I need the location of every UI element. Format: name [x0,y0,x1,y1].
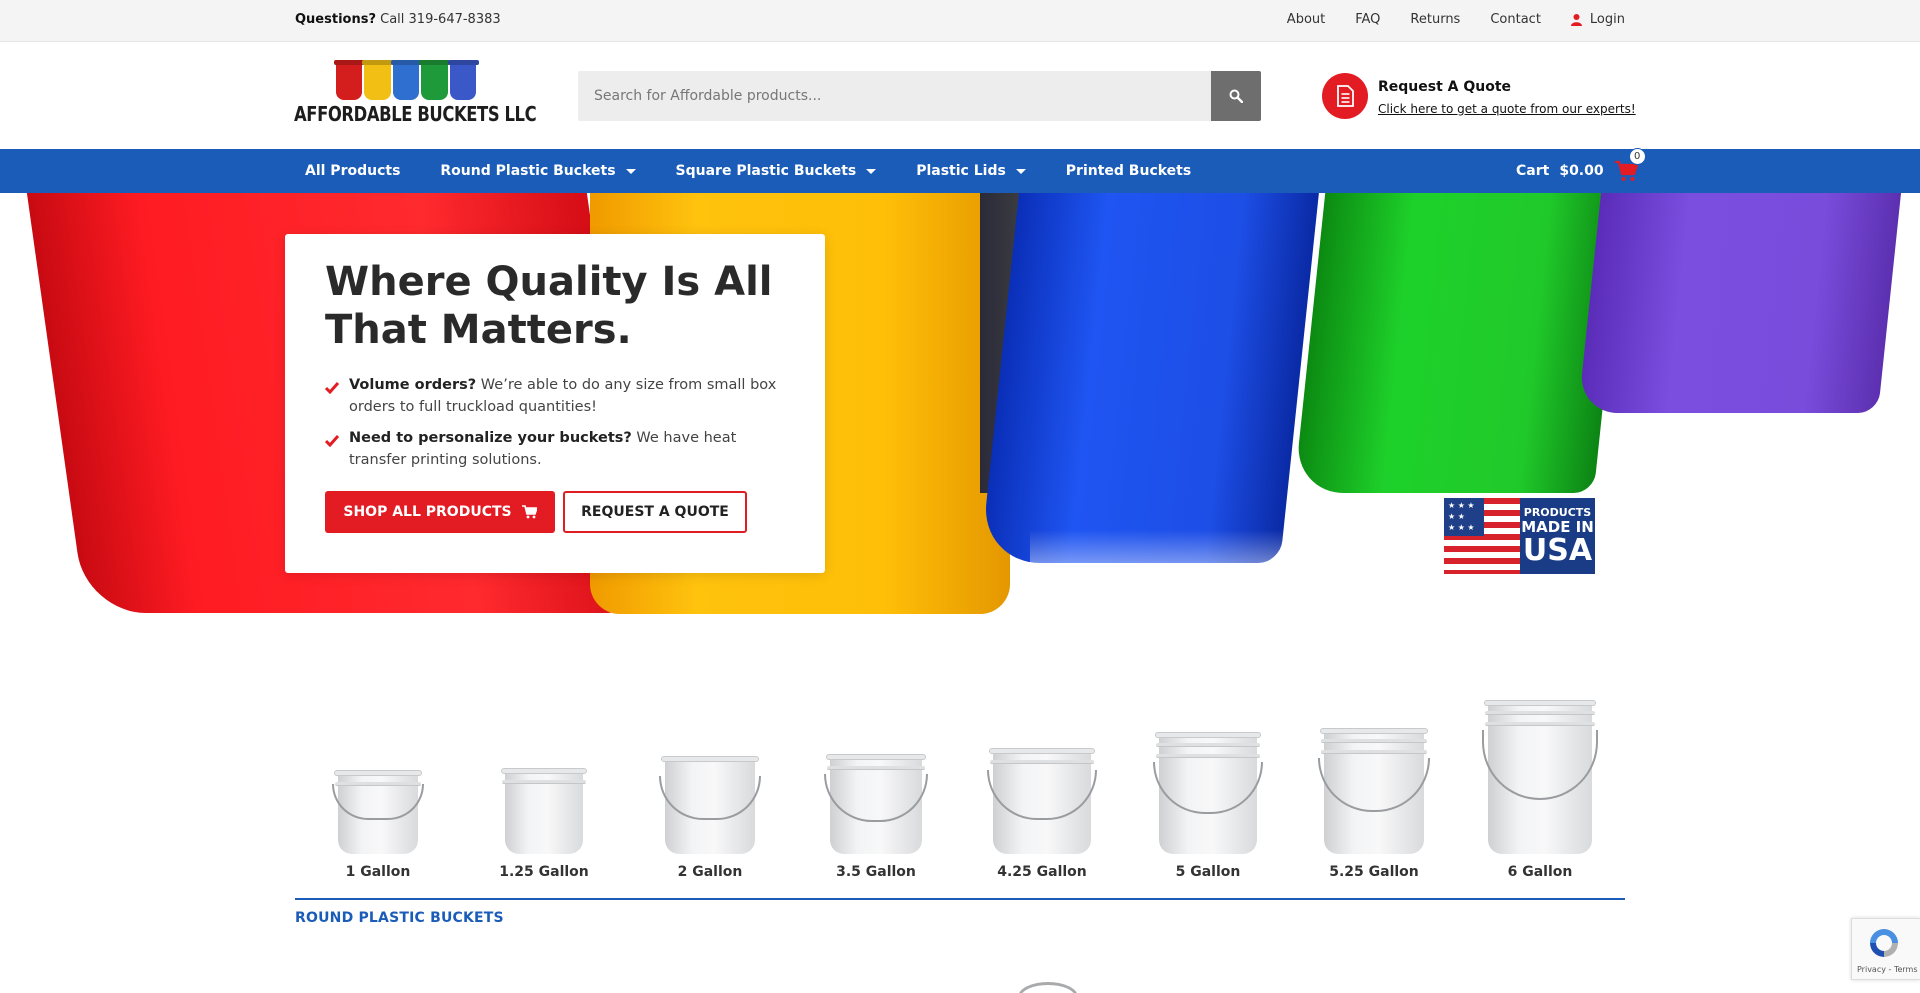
top-links: About FAQ Returns Contact Login [1287,12,1625,27]
bucket-size-list: 1 Gallon 1.25 Gallon 2 Gallon 3.5 Gallon… [295,670,1625,880]
size-item-6-gallon[interactable]: 6 Gallon [1457,700,1623,880]
user-icon [1570,13,1582,26]
top-link-returns[interactable]: Returns [1410,12,1460,27]
bucket-image [1153,732,1263,854]
hero-title: Where Quality Is All That Matters. [325,259,773,353]
search-bar [578,71,1261,121]
bucket-image [824,754,928,854]
top-link-contact[interactable]: Contact [1490,12,1541,27]
nav-item-label: Plastic Lids [916,163,1006,179]
caret-down-icon [866,168,877,174]
bucket-image [1482,700,1598,854]
caret-down-icon [1015,168,1026,174]
section-divider [295,898,1625,900]
hero-bullet: Volume orders? We’re able to do any size… [324,374,795,418]
size-item-1-gallon[interactable]: 1 Gallon [295,770,461,880]
nav-item-square-plastic-buckets[interactable]: Square Plastic Buckets [676,163,877,179]
recaptcha-badge[interactable]: Privacy - Terms [1851,918,1920,980]
size-item-4-25-gallon[interactable]: 4.25 Gallon [959,748,1125,880]
usa-badge-line3: USA [1522,533,1593,568]
size-label: 6 Gallon [1507,864,1573,880]
cart-icon: 0 [1614,148,1646,182]
bucket-image [332,770,424,854]
checkmark-icon [324,379,340,418]
size-label: 3.5 Gallon [836,864,916,880]
top-link-about[interactable]: About [1287,12,1325,27]
size-item-3-5-gallon[interactable]: 3.5 Gallon [793,754,959,880]
section-title-round-plastic-buckets: ROUND PLASTIC BUCKETS [295,910,504,926]
nav-item-all-products[interactable]: All Products [305,163,400,179]
hero-bullet-bold: Need to personalize your buckets? [349,430,632,446]
caret-down-icon [625,168,636,174]
product-image-peek [1018,982,1078,993]
size-label: 5.25 Gallon [1329,864,1419,880]
size-item-1-25-gallon[interactable]: 1.25 Gallon [461,768,627,880]
nav-item-printed-buckets[interactable]: Printed Buckets [1066,163,1191,179]
bucket-image [987,748,1097,854]
contact-question: Questions? Call 319-647-8383 [295,12,501,27]
cart-link[interactable]: Cart $0.00 0 [1516,148,1646,193]
request-quote-button[interactable]: REQUEST A QUOTE [563,491,747,533]
quote-button-label: REQUEST A QUOTE [581,504,729,520]
made-in-usa-badge: PRODUCTS MADE IN USA [1444,498,1595,574]
recaptcha-text[interactable]: Privacy - Terms [1857,965,1918,974]
request-quote-block[interactable]: Request A Quote Click here to get a quot… [1322,73,1636,119]
hero-bullet-bold: Volume orders? [349,377,477,393]
size-label: 2 Gallon [677,864,743,880]
logo-pails-icon [336,60,477,100]
site-header: AFFORDABLE BUCKETS LLC Request A Quote C… [0,42,1920,149]
nav-item-label: Printed Buckets [1065,163,1192,179]
nav-items: All Products Round Plastic Buckets Squar… [305,149,1231,193]
nav-item-label: Square Plastic Buckets [675,163,857,179]
nav-item-label: Round Plastic Buckets [440,163,616,179]
bucket-image [659,756,761,854]
search-button[interactable] [1211,71,1261,121]
top-link-faq[interactable]: FAQ [1355,12,1380,27]
recaptcha-icon [1870,929,1898,957]
usa-flag-icon [1444,498,1520,574]
main-nav: All Products Round Plastic Buckets Squar… [0,148,1920,193]
size-item-2-gallon[interactable]: 2 Gallon [627,756,793,880]
site-logo[interactable]: AFFORDABLE BUCKETS LLC [294,60,537,130]
login-link[interactable]: Login [1570,12,1625,27]
shop-all-products-button[interactable]: SHOP ALL PRODUCTS [325,491,555,533]
quote-link[interactable]: Click here to get a quote from our exper… [1378,102,1636,116]
size-item-5-25-gallon[interactable]: 5.25 Gallon [1291,728,1457,880]
cart-count-badge: 0 [1628,148,1646,165]
size-label: 5 Gallon [1175,864,1241,880]
hero-card: Where Quality Is All That Matters. Volum… [285,234,825,573]
login-label: Login [1589,12,1625,27]
hero-bullet: Need to personalize your buckets? We hav… [324,427,795,471]
bucket-image [1318,728,1430,854]
size-item-5-gallon[interactable]: 5 Gallon [1125,732,1291,880]
nav-item-plastic-lids[interactable]: Plastic Lids [916,163,1026,179]
quote-document-icon [1322,73,1368,119]
search-input[interactable] [578,71,1211,121]
nav-item-label: All Products [305,163,401,179]
questions-label: Questions? [295,12,376,27]
size-label: 1 Gallon [345,864,411,880]
search-icon [1229,89,1243,103]
cart-total: $0.00 [1559,163,1604,179]
size-label: 1.25 Gallon [499,864,589,880]
logo-text: AFFORDABLE BUCKETS LLC [294,102,537,126]
size-label: 4.25 Gallon [997,864,1087,880]
shop-button-label: SHOP ALL PRODUCTS [343,504,512,520]
quote-title: Request A Quote [1378,79,1512,95]
checkmark-icon [324,432,340,471]
nav-item-round-plastic-buckets[interactable]: Round Plastic Buckets [440,163,636,179]
cart-label: Cart [1516,163,1550,179]
top-bar: Questions? Call 319-647-8383 About FAQ R… [0,0,1920,42]
bucket-image [501,768,587,854]
phone-link[interactable]: Call 319-647-8383 [380,12,501,27]
cart-icon [521,505,537,519]
